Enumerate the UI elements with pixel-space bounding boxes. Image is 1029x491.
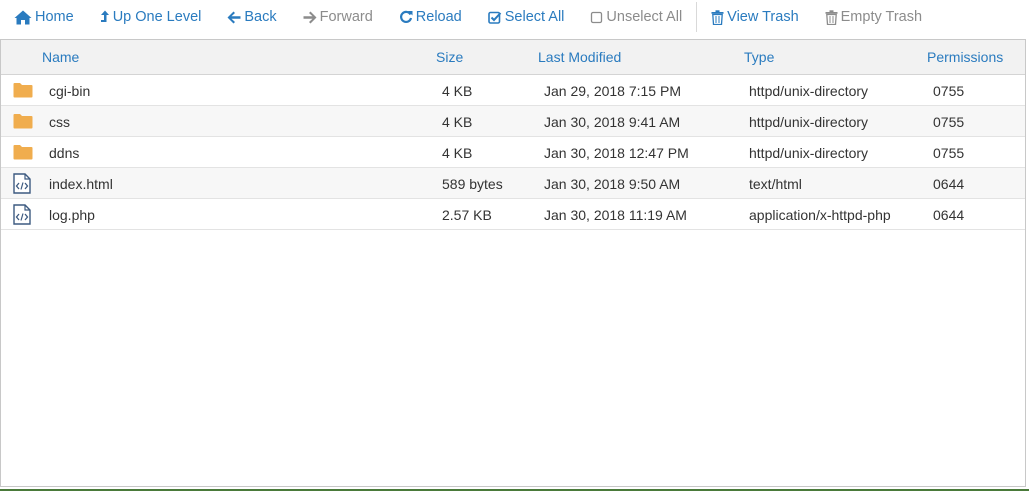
- column-header-permissions[interactable]: Permissions: [927, 49, 1003, 65]
- file-modified: Jan 30, 2018 12:47 PM: [544, 145, 689, 161]
- view-trash-button[interactable]: View Trash: [711, 9, 799, 25]
- file-size: 4 KB: [442, 145, 473, 161]
- file-name[interactable]: cgi-bin: [49, 83, 90, 99]
- file-name[interactable]: index.html: [49, 176, 113, 192]
- select-all-label: Select All: [504, 9, 565, 25]
- file-permissions: 0644: [933, 176, 965, 192]
- home-button[interactable]: Home: [14, 9, 74, 25]
- file-modified: Jan 30, 2018 9:50 AM: [544, 176, 681, 192]
- file-name[interactable]: ddns: [49, 145, 79, 161]
- unselect-all-button[interactable]: Unselect All: [590, 9, 682, 25]
- column-header-last-modified[interactable]: Last Modified: [538, 49, 621, 65]
- table-row[interactable]: ddns 4 KB Jan 30, 2018 12:47 PM httpd/un…: [1, 137, 1025, 168]
- forward-button[interactable]: Forward: [303, 9, 373, 25]
- forward-label: Forward: [319, 9, 373, 25]
- file-permissions: 0755: [933, 114, 965, 130]
- home-icon: [14, 10, 32, 24]
- home-label: Home: [35, 9, 74, 25]
- file-name[interactable]: css: [49, 114, 70, 130]
- trash-icon: [711, 9, 724, 25]
- up-one-level-button[interactable]: Up One Level: [100, 9, 202, 25]
- reload-button[interactable]: Reload: [399, 9, 462, 25]
- file-type: httpd/unix-directory: [749, 83, 869, 99]
- file-size: 4 KB: [442, 83, 473, 99]
- file-type: text/html: [749, 176, 802, 192]
- empty-trash-label: Empty Trash: [840, 9, 923, 25]
- file-modified: Jan 29, 2018 7:15 PM: [544, 83, 681, 99]
- view-trash-label: View Trash: [727, 9, 799, 25]
- arrow-right-icon: [303, 11, 317, 23]
- file-type: httpd/unix-directory: [749, 114, 869, 130]
- file-permissions: 0644: [933, 207, 965, 223]
- empty-trash-button[interactable]: Empty Trash: [825, 9, 922, 25]
- file-permissions: 0755: [933, 83, 965, 99]
- empty-square-icon: [591, 11, 603, 23]
- code-file-icon: [13, 173, 31, 194]
- up-one-level-label: Up One Level: [112, 9, 202, 25]
- toolbar: Home Up One Level Back Forward Reload Se…: [0, 0, 1029, 34]
- back-button[interactable]: Back: [227, 9, 277, 25]
- arrow-left-icon: [227, 11, 241, 23]
- file-modified: Jan 30, 2018 11:19 AM: [544, 207, 687, 223]
- column-header-type[interactable]: Type: [744, 49, 774, 65]
- file-size: 589 bytes: [442, 176, 503, 192]
- trash-icon: [825, 9, 838, 25]
- file-type: httpd/unix-directory: [749, 145, 869, 161]
- back-label: Back: [244, 9, 277, 25]
- unselect-all-label: Unselect All: [606, 9, 683, 25]
- folder-icon: [13, 145, 33, 160]
- file-type: application/x-httpd-php: [749, 207, 891, 223]
- file-permissions: 0755: [933, 145, 965, 161]
- table-row[interactable]: log.php 2.57 KB Jan 30, 2018 11:19 AM ap…: [1, 199, 1025, 230]
- folder-icon: [13, 114, 33, 129]
- table-row[interactable]: cgi-bin 4 KB Jan 29, 2018 7:15 PM httpd/…: [1, 75, 1025, 106]
- file-size: 2.57 KB: [442, 207, 492, 223]
- file-size: 4 KB: [442, 114, 473, 130]
- column-header-size[interactable]: Size: [436, 49, 463, 65]
- column-header-name[interactable]: Name: [42, 49, 79, 65]
- file-name[interactable]: log.php: [49, 207, 95, 223]
- table-header: Name Size Last Modified Type Permissions: [1, 40, 1025, 75]
- level-up-icon: [100, 10, 109, 22]
- reload-label: Reload: [415, 9, 462, 25]
- folder-icon: [13, 83, 33, 98]
- file-modified: Jan 30, 2018 9:41 AM: [544, 114, 681, 130]
- file-list-panel: Name Size Last Modified Type Permissions…: [0, 39, 1026, 487]
- table-row[interactable]: index.html 589 bytes Jan 30, 2018 9:50 A…: [1, 168, 1025, 199]
- select-all-button[interactable]: Select All: [487, 9, 565, 25]
- reload-icon: [399, 10, 413, 23]
- table-row[interactable]: css 4 KB Jan 30, 2018 9:41 AM httpd/unix…: [1, 106, 1025, 137]
- toolbar-divider: [696, 2, 698, 32]
- code-file-icon: [13, 204, 31, 225]
- checked-square-icon: [487, 11, 501, 24]
